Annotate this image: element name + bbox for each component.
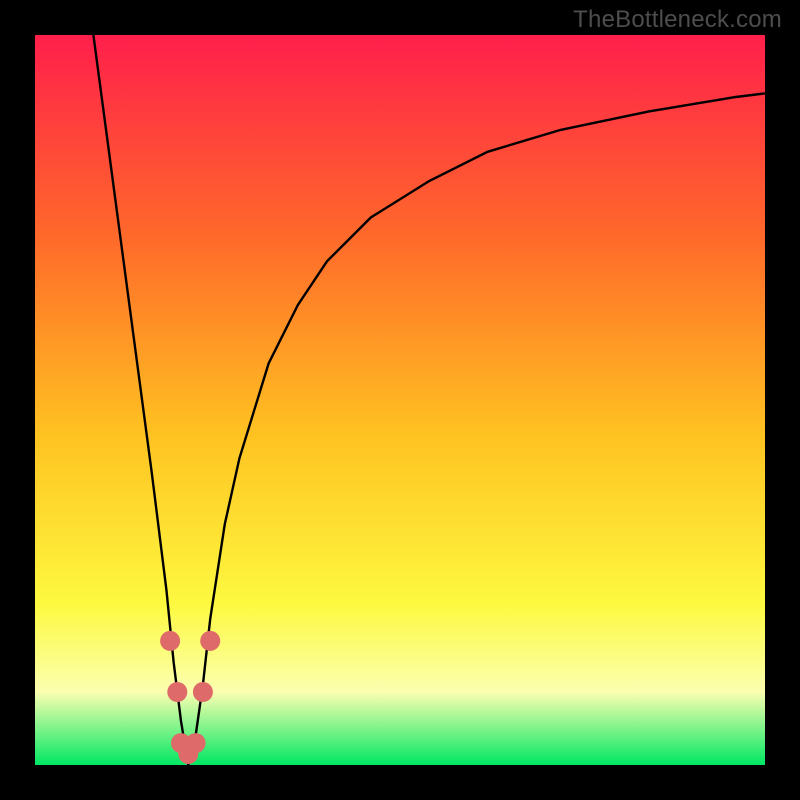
chart-frame: TheBottleneck.com: [0, 0, 800, 800]
valley-dot: [160, 631, 180, 651]
valley-dot: [200, 631, 220, 651]
valley-dot: [167, 682, 187, 702]
gradient-background: [35, 35, 765, 765]
plot-area: [35, 35, 765, 765]
valley-dot: [193, 682, 213, 702]
valley-dot: [186, 733, 206, 753]
bottleneck-chart: [35, 35, 765, 765]
watermark-text: TheBottleneck.com: [573, 6, 782, 34]
